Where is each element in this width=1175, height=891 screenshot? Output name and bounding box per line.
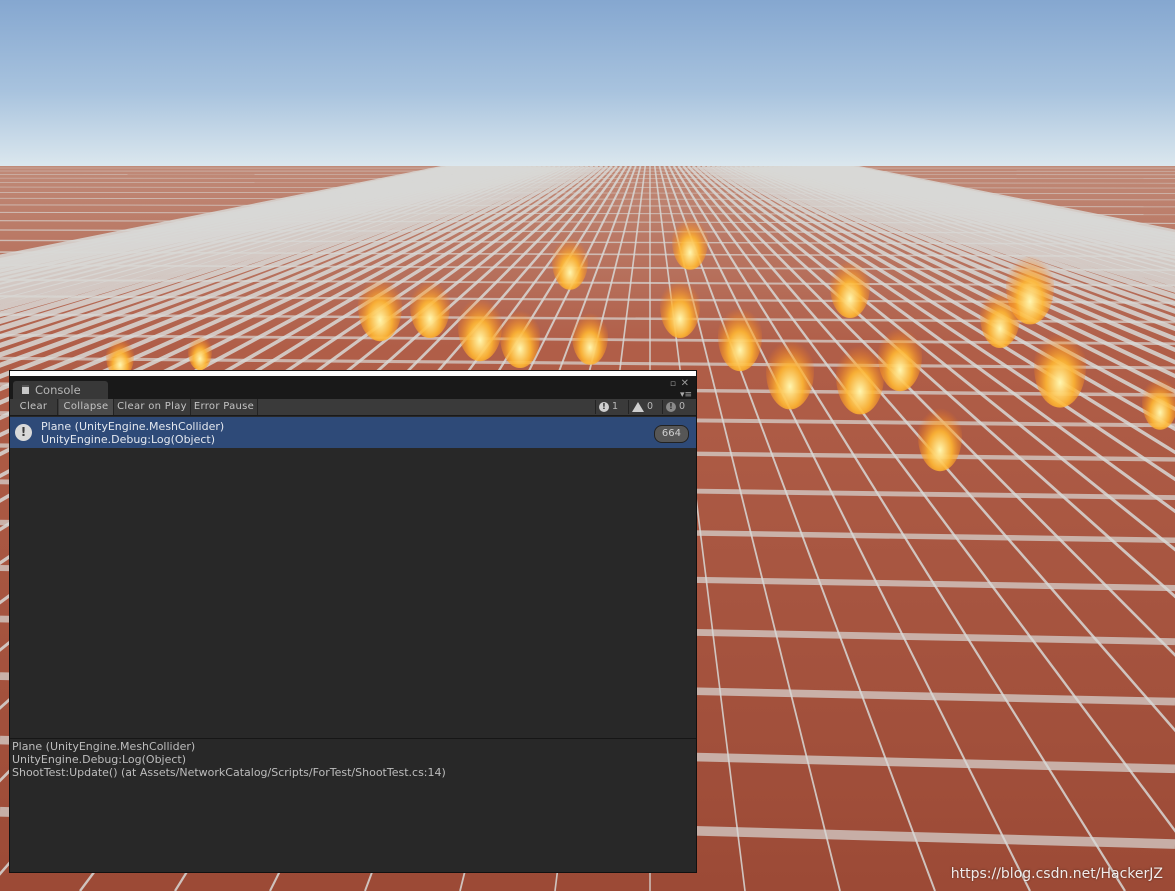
error-count: 0 (679, 401, 686, 412)
flame-particle (766, 332, 814, 410)
collapse-count-badge: 664 (653, 425, 689, 443)
details-line: UnityEngine.Debug:Log(Object) (12, 753, 187, 766)
flame-particle (358, 270, 402, 342)
flame-particle (718, 300, 762, 372)
log-count-toggle[interactable]: ! 1 (595, 400, 627, 414)
flame-particle (552, 232, 588, 290)
warning-count-toggle[interactable]: 0 (628, 400, 661, 414)
splitter-handle[interactable] (10, 738, 696, 739)
flame-particle (1034, 324, 1086, 408)
console-window[interactable]: Console ▫ ✕ ▾≡ Clear Collapse Clear on P… (9, 370, 697, 873)
log-details[interactable]: Plane (UnityEngine.MeshCollider) UnityEn… (12, 740, 446, 779)
console-icon (22, 385, 29, 394)
flame-particle (878, 320, 922, 392)
log-entry-text: Plane (UnityEngine.MeshCollider) UnityEn… (41, 420, 224, 446)
clear-button[interactable]: Clear (10, 399, 58, 415)
watermark: https://blog.csdn.net/HackerJZ (950, 866, 1163, 882)
sky (0, 0, 1175, 166)
flame-particle (500, 304, 540, 368)
details-line: ShootTest:Update() (at Assets/NetworkCat… (12, 766, 446, 779)
warning-count: 0 (647, 401, 654, 412)
flame-particle (410, 274, 450, 338)
info-icon: ! (15, 424, 32, 441)
collapse-button[interactable]: Collapse (59, 399, 114, 415)
tab-console-label: Console (35, 383, 81, 397)
details-line: Plane (UnityEngine.MeshCollider) (12, 740, 196, 753)
log-count: 1 (612, 401, 619, 412)
log-list[interactable] (10, 448, 696, 738)
flame-particle (980, 284, 1020, 348)
tab-bar: Console ▫ ✕ ▾≡ (10, 376, 696, 400)
flame-particle (672, 212, 708, 270)
warning-icon (632, 401, 644, 412)
info-icon: ! (599, 401, 609, 412)
tab-console[interactable]: Console (13, 381, 108, 399)
close-icon[interactable]: ✕ (681, 379, 689, 389)
clear-on-play-button[interactable]: Clear on Play (114, 399, 191, 415)
log-entry-message: Plane (UnityEngine.MeshCollider) (41, 420, 225, 433)
flame-particle (458, 290, 502, 362)
error-pause-button[interactable]: Error Pause (191, 399, 258, 415)
error-icon: ! (666, 401, 676, 412)
maximize-icon[interactable]: ▫ (670, 379, 676, 389)
error-count-toggle[interactable]: ! 0 (662, 400, 696, 414)
log-entry-stack: UnityEngine.Debug:Log(Object) (41, 433, 216, 446)
console-toolbar: Clear Collapse Clear on Play Error Pause… (10, 399, 696, 416)
log-entry-selected[interactable]: ! Plane (UnityEngine.MeshCollider) Unity… (10, 417, 696, 448)
flame-particle (572, 307, 608, 365)
flame-particle (188, 331, 212, 371)
flame-particle (836, 337, 884, 415)
flame-particle (660, 274, 700, 338)
flame-particle (830, 254, 870, 318)
flame-particle (918, 400, 962, 472)
